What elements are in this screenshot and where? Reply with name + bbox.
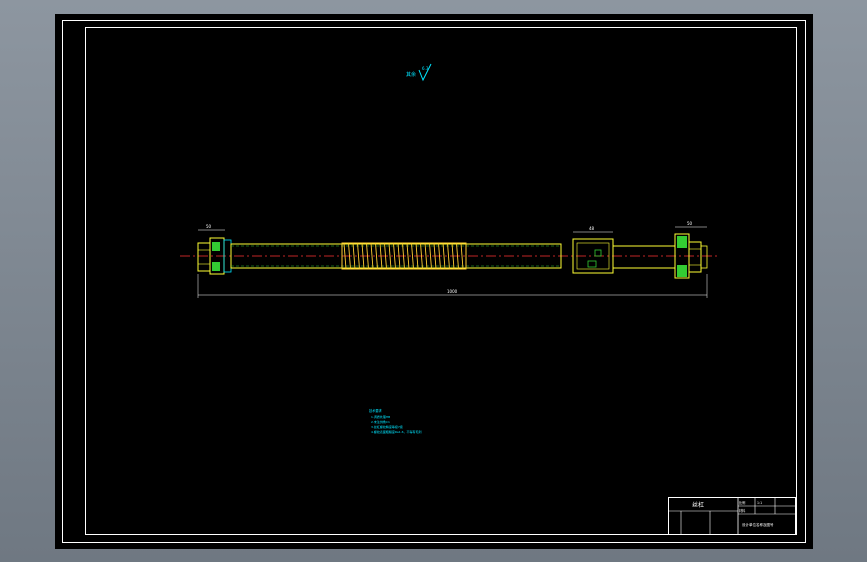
roughness-symbol: 其余 6.3 (406, 63, 432, 82)
dim-overall-length: 1000 (447, 289, 458, 294)
notes-title: 技术要求 (369, 408, 383, 413)
right-nut (688, 241, 702, 273)
drawing-svg: 其余 6.3 50 48 50 1000 技术要求 1.调质处理HB 2.未注倒… (62, 20, 806, 543)
roughness-note: 其余 (406, 71, 416, 78)
cad-drawing-canvas[interactable]: 其余 6.3 50 48 50 1000 技术要求 1.调质处理HB 2.未注倒… (55, 14, 813, 549)
outer-border (62, 20, 806, 543)
thread-line (411, 242, 414, 270)
right-bearing-hatch-bottom (677, 265, 687, 277)
thread-line (388, 242, 392, 270)
notes-line3: 3.丝杠螺纹精度等级7级 (371, 424, 403, 429)
part-name: 丝杠 (692, 501, 704, 509)
material-label: 材料 (739, 508, 746, 513)
thread-line (442, 242, 446, 270)
thread-line (406, 242, 410, 270)
notes-line4: 4.螺纹表面粗糙度Ra1.6，不得有毛刺 (371, 429, 422, 434)
thread-line (429, 242, 432, 270)
thread-line (370, 242, 374, 270)
scale-value: 1:1 (757, 501, 762, 505)
title-block: 丝杠 比例 1:1 材料 设计单位名称及图号 (668, 497, 796, 535)
notes-line1: 1.调质处理HB (371, 414, 390, 419)
dim-right-width: 50 (687, 221, 693, 226)
dimensions: 50 48 50 1000 (197, 221, 708, 298)
left-nut (197, 242, 211, 272)
left-bearing-hatch-top (212, 242, 220, 251)
dim-nut-width: 48 (589, 226, 595, 231)
thread-line (447, 242, 450, 270)
notes-line2: 2.未注倒角C1 (371, 419, 390, 424)
dim-left-width: 50 (206, 224, 212, 229)
scale-label: 比例 (739, 500, 745, 505)
thread-line (375, 242, 378, 270)
company-name: 设计单位名称及图号 (742, 522, 774, 527)
right-bearing-hatch-top (677, 236, 687, 248)
thread-line (424, 242, 428, 270)
thread-line (352, 242, 356, 270)
technical-notes: 技术要求 1.调质处理HB 2.未注倒角C1 3.丝杠螺纹精度等级7级 4.螺纹… (369, 408, 422, 434)
roughness-value: 6.3 (422, 66, 429, 71)
thread-line (393, 242, 396, 270)
thread-line (357, 242, 360, 270)
inner-frame (85, 27, 797, 535)
thread-line (460, 242, 464, 270)
left-bearing-hatch-bottom (212, 262, 220, 271)
